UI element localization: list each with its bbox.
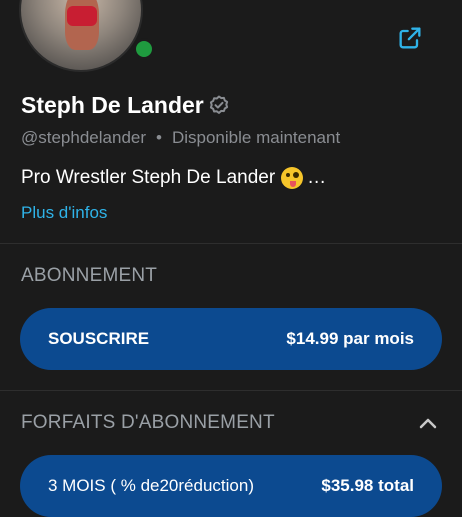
avatar-swimsuit	[67, 6, 97, 26]
online-status-dot	[133, 38, 155, 60]
divider	[0, 390, 462, 391]
more-info-link[interactable]: Plus d'infos	[21, 203, 107, 223]
bundles-section-title: FORFAITS D'ABONNEMENT	[21, 412, 275, 433]
avatar[interactable]	[19, 0, 143, 72]
separator-dot: •	[156, 128, 162, 147]
bio-text: Pro Wrestler Steph De Lander	[21, 167, 276, 188]
zany-face-emoji-icon	[281, 167, 304, 189]
profile-name: Steph De Lander	[21, 92, 204, 118]
subscribe-button[interactable]: SOUSCRIRE $14.99 par mois	[20, 308, 442, 370]
bio-ellipsis: …	[307, 167, 327, 188]
profile-handle: @stephdelander	[21, 128, 147, 147]
availability-status: Disponible maintenant	[171, 128, 341, 147]
avatar-wrapper	[19, 0, 155, 72]
bundle-3-months-button[interactable]: 3 MOIS ( % de20réduction) $35.98 total	[20, 455, 442, 517]
divider	[0, 243, 462, 244]
share-icon[interactable]	[396, 24, 424, 52]
subscribe-button-label: SOUSCRIRE	[48, 329, 150, 348]
profile-meta: @stephdelander • Disponible maintenant	[21, 128, 340, 148]
subscribe-button-price: $14.99 par mois	[286, 329, 414, 348]
chevron-up-icon[interactable]	[416, 412, 440, 436]
bundle-price: $35.98 total	[321, 476, 414, 495]
verified-badge-icon	[209, 95, 228, 114]
profile-bio: Pro Wrestler Steph De Lander …	[21, 167, 326, 189]
subscription-section-title: ABONNEMENT	[21, 265, 158, 286]
name-row: Steph De Lander	[21, 92, 231, 119]
bundle-label: 3 MOIS ( % de20réduction)	[48, 476, 254, 495]
